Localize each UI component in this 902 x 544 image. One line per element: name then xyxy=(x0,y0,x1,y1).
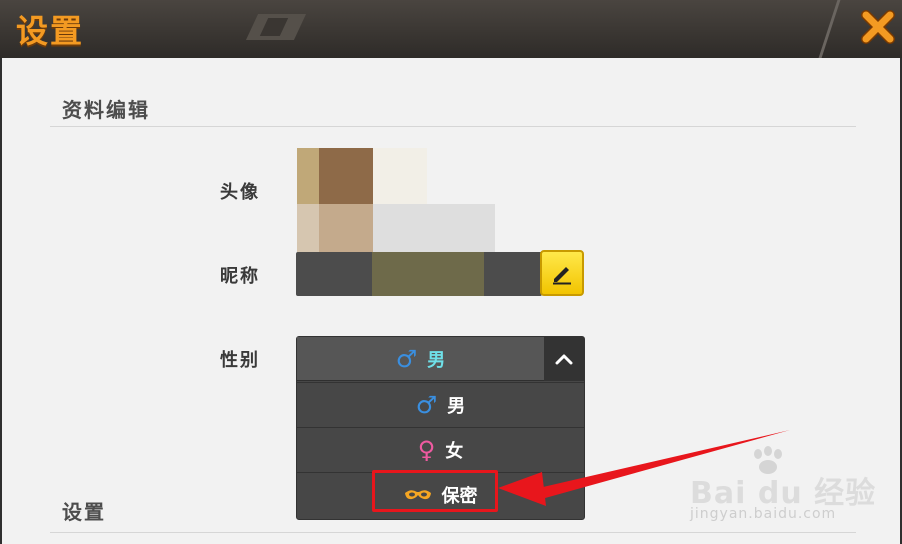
nickname-label: 昵称 xyxy=(220,266,260,287)
female-icon: ♀ xyxy=(417,435,436,464)
gender-selected-label: 男 xyxy=(427,350,446,371)
nickname-value-blurred xyxy=(372,252,484,296)
chevron-up-icon xyxy=(555,354,573,365)
male-icon: ♂ xyxy=(415,390,438,419)
avatar[interactable] xyxy=(297,148,495,258)
baidu-watermark: Bai du 经验 jingyan.baidu.com xyxy=(690,446,890,526)
settings-section-divider xyxy=(50,532,856,533)
header-divider xyxy=(818,0,841,58)
edit-nickname-button[interactable] xyxy=(540,250,584,296)
profile-section-title: 资料编辑 xyxy=(62,98,150,122)
gender-option-label: 女 xyxy=(445,440,464,462)
header-title: 设置 xyxy=(16,12,85,50)
male-icon: ♂ xyxy=(395,345,418,373)
settings-section-title: 设置 xyxy=(62,500,106,524)
gender-selected[interactable]: ♂ 男 xyxy=(297,337,584,381)
gender-label: 性别 xyxy=(220,350,260,371)
gender-option-label: 男 xyxy=(447,395,466,417)
dropdown-toggle[interactable] xyxy=(544,337,584,381)
watermark-url: jingyan.baidu.com xyxy=(690,506,837,522)
close-icon xyxy=(861,10,895,44)
pencil-icon xyxy=(553,267,571,285)
avatar-label: 头像 xyxy=(220,182,260,203)
close-button[interactable] xyxy=(858,6,898,48)
settings-header: 设置 xyxy=(0,0,902,58)
profile-section-divider xyxy=(50,126,856,127)
